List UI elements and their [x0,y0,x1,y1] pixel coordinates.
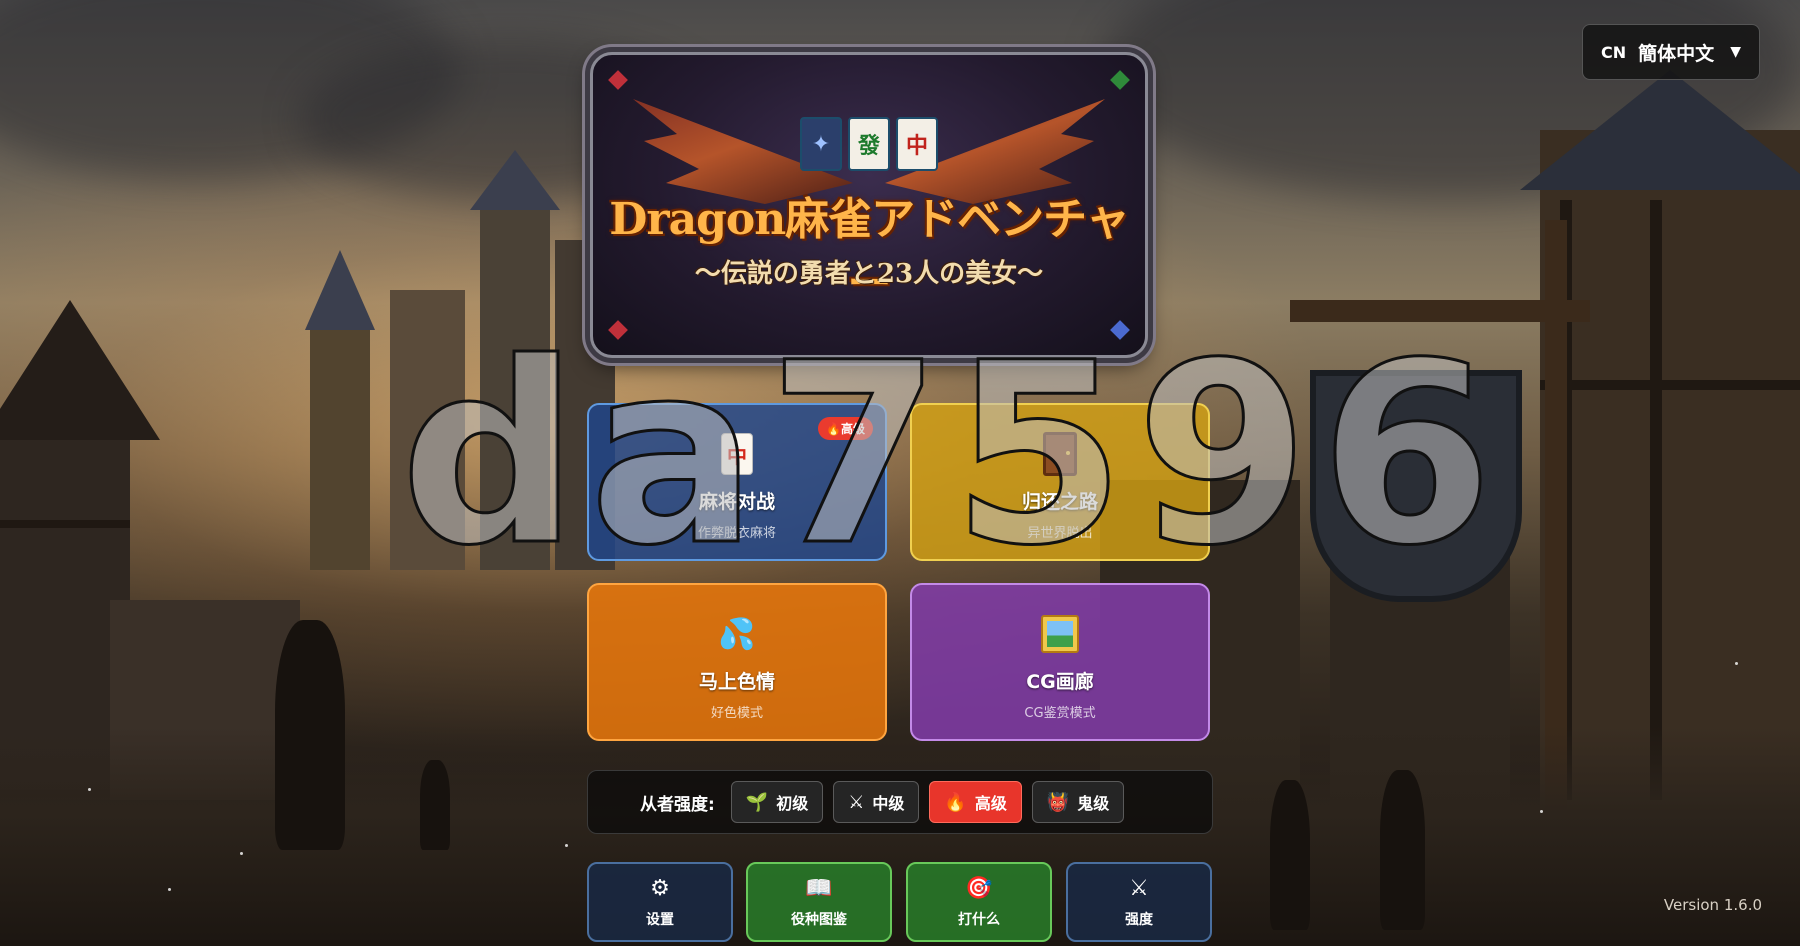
level-label: 中级 [872,794,905,813]
language-code: CN [1601,42,1627,62]
mode-subtitle: 异世界脱出 [1027,526,1093,541]
mahjong-tile-icon: ✦ [800,117,842,171]
castle-roof [470,150,560,210]
yaku-guide-button[interactable]: 📖 役种图鉴 [746,862,892,942]
gem-icon [1110,70,1130,90]
button-label: 打什么 [958,911,1000,928]
mode-subtitle: 好色模式 [710,706,763,721]
mahjong-tile-icon: 中 [718,433,756,475]
language-selector[interactable]: CN 簡体中文 ▼ [1582,24,1760,80]
house-roof [0,300,160,440]
button-label: 役种图鉴 [791,911,847,928]
level-advanced-button[interactable]: 🔥 高级 [929,781,1022,823]
villager-figure [420,760,450,850]
level-label: 初级 [776,794,809,813]
fire-icon: 🔥 [944,791,967,813]
servant-strength-selector: 从者强度: 🌱 初级 ⚔ 中级 🔥 高级 👹 鬼级 [587,770,1213,834]
sparkle [565,844,568,847]
picture-frame-icon [1041,613,1079,655]
mahjong-tile-icon: 中 [896,117,938,171]
timber-beam [1650,200,1662,800]
book-icon: 📖 [805,875,833,901]
logo-subtitle: 〜伝説の勇者と23人の美女〜 [694,259,1044,289]
cobblestone-ground [0,726,1800,946]
strength-button[interactable]: ⚔ 强度 [1066,862,1212,942]
sparkle [88,788,91,791]
what-to-discard-button[interactable]: 🎯 打什么 [906,862,1052,942]
sparkle [168,888,171,891]
mode-title: CG画廊 [1026,671,1094,693]
adventurer-figure [275,620,345,850]
mode-title: 归还之路 [1021,491,1098,513]
mode-card-cg-gallery[interactable]: CG画廊 CG鉴赏模式 [910,583,1210,741]
mode-card-mahjong-battle[interactable]: 🔥高级 中 麻将对战 作弊脱衣麻将 [587,403,887,561]
demon-icon: 👹 [1046,791,1070,813]
sparkle [1540,810,1543,813]
sprout-icon: 🌱 [745,791,769,813]
mahjong-tile-icon: 發 [848,117,890,171]
swords-icon: ⚔ [848,791,865,813]
gem-icon [1110,320,1130,340]
guild-sign [1310,370,1522,602]
mode-title: 麻将对战 [698,491,775,513]
gem-icon [608,70,628,90]
castle-roof [305,250,375,330]
timber-beam [1540,380,1800,390]
difficulty-badge: 🔥高级 [818,417,873,440]
castle-tower [480,210,550,570]
door-icon [1041,432,1079,476]
house [1540,130,1800,810]
castle-tower [390,290,465,570]
logo-tiles: ✦ 發 中 [593,117,1145,171]
sparkle [240,852,243,855]
castle-tower [310,330,370,570]
droplets-icon: 💦 [718,616,756,652]
villager-figure [1270,780,1310,930]
settings-button[interactable]: ⚙ 设置 [587,862,733,942]
sparkle [1735,662,1738,665]
mode-subtitle: 作弊脱衣麻将 [697,526,776,541]
mode-title: 马上色情 [698,671,775,693]
level-label: 高级 [974,794,1007,813]
gear-icon: ⚙ [650,875,670,901]
button-label: 强度 [1125,911,1153,928]
language-label: 簡体中文 [1638,42,1715,65]
version-label: Version 1.6.0 [1663,896,1762,914]
button-label: 设置 [646,911,674,928]
level-beginner-button[interactable]: 🌱 初级 [730,781,824,823]
game-logo: ✦ 發 中 Dragon麻雀アドベンチャー 〜伝説の勇者と23人の美女〜 [590,52,1148,358]
mode-subtitle: CG鉴赏模式 [1024,706,1096,721]
level-demon-button[interactable]: 👹 鬼级 [1031,781,1125,823]
mahjong-tile-glyph: 中 [721,433,753,475]
chevron-down-icon: ▼ [1730,44,1741,60]
level-label: 鬼级 [1077,794,1110,813]
swords-icon: ⚔ [1129,875,1149,901]
timber-beam [0,520,130,528]
mode-card-quick-mode[interactable]: 💦 马上色情 好色模式 [587,583,887,741]
mode-card-return-road[interactable]: 归还之路 异世界脱出 [910,403,1210,561]
strength-label: 从者强度: [640,794,715,815]
logo-title: Dragon麻雀アドベンチャー [609,194,1130,309]
target-icon: 🎯 [965,875,993,901]
house-roof [1520,70,1800,190]
level-intermediate-button[interactable]: ⚔ 中级 [833,781,920,823]
gem-icon [608,320,628,340]
knight-figure [1380,770,1425,930]
